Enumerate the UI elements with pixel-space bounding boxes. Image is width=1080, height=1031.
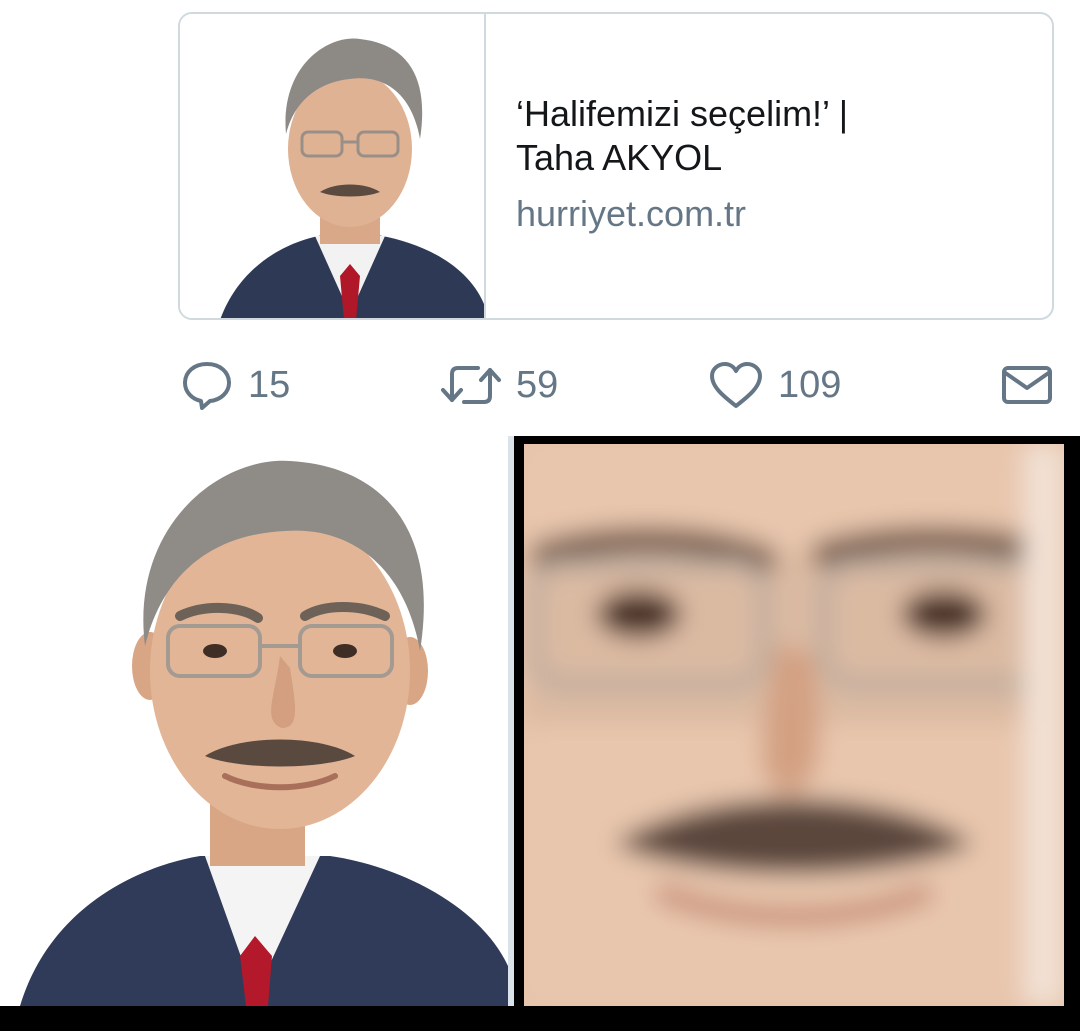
card-text: ‘Halifemizi seçelim!’ | Taha AKYOL hurri… (516, 92, 1036, 236)
like-count: 109 (778, 363, 842, 406)
card-title[interactable]: ‘Halifemizi seçelim!’ | Taha AKYOL (516, 92, 1036, 180)
like-button[interactable]: 109 (708, 360, 841, 410)
retweet-arrows-icon (441, 366, 501, 404)
author-portrait-large (0, 436, 508, 1006)
tweet-actions: 15 59 109 (0, 350, 1080, 420)
reply-button[interactable]: 15 (180, 360, 290, 410)
zoomed-face-image (524, 444, 1064, 1006)
card-title-line2: Taha AKYOL (516, 137, 723, 178)
envelope-icon (1002, 366, 1052, 404)
panel-divider (508, 436, 514, 1006)
speech-bubble-icon (183, 362, 231, 410)
retweet-button[interactable]: 59 (440, 360, 558, 410)
heart-icon (710, 362, 762, 408)
author-portrait-thumbnail (180, 14, 484, 318)
tweet-area: ‘Halifemizi seçelim!’ | Taha AKYOL hurri… (0, 0, 1080, 436)
enlarged-portrait-image (0, 436, 508, 1006)
author-face-closeup (524, 444, 1064, 1006)
direct-message-button[interactable] (1000, 360, 1054, 410)
retweet-count: 59 (516, 363, 559, 406)
link-preview-card[interactable]: ‘Halifemizi seçelim!’ | Taha AKYOL hurri… (178, 12, 1054, 320)
card-thumbnail (180, 14, 486, 318)
reply-count: 15 (248, 363, 291, 406)
card-title-line1: ‘Halifemizi seçelim!’ | (516, 93, 849, 134)
card-domain: hurriyet.com.tr (516, 193, 747, 234)
